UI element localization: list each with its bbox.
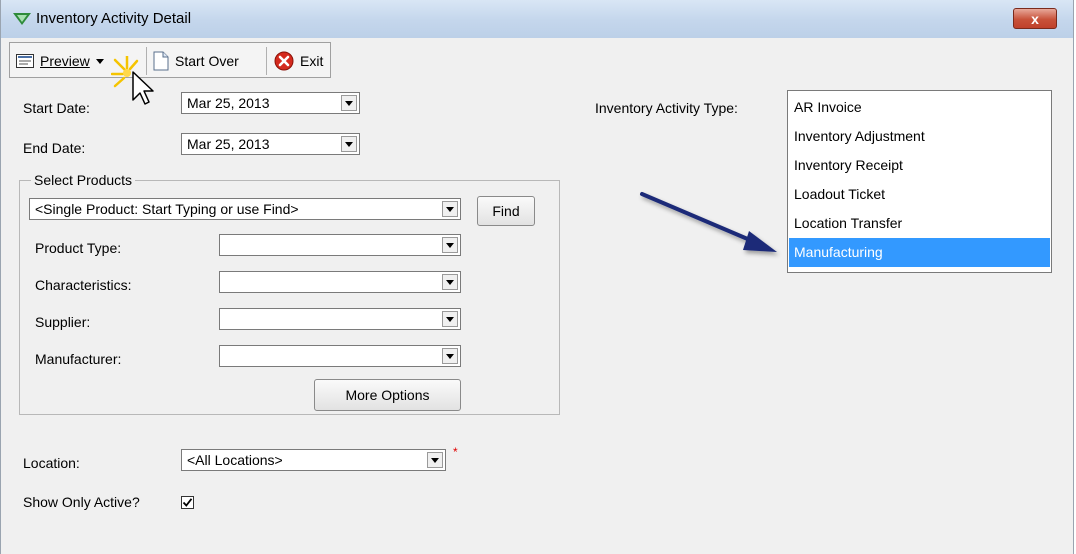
- list-item[interactable]: AR Invoice: [789, 93, 1050, 122]
- end-date-picker[interactable]: Mar 25, 2013: [181, 133, 360, 155]
- product-select-value: <Single Product: Start Typing or use Fin…: [35, 201, 299, 217]
- location-value: <All Locations>: [187, 452, 283, 468]
- list-item[interactable]: Inventory Receipt: [789, 151, 1050, 180]
- end-date-label: End Date:: [23, 140, 86, 156]
- chevron-down-icon[interactable]: [341, 136, 357, 152]
- toolbar-separator: [266, 47, 267, 75]
- supplier-select[interactable]: [219, 308, 461, 330]
- characteristics-select[interactable]: [219, 271, 461, 293]
- activity-type-label: Inventory Activity Type:: [595, 100, 738, 116]
- chevron-down-icon[interactable]: [341, 95, 357, 111]
- exit-label: Exit: [300, 53, 324, 69]
- chevron-down-icon[interactable]: [442, 274, 458, 290]
- start-date-picker[interactable]: Mar 25, 2013: [181, 92, 360, 114]
- supplier-label: Supplier:: [35, 314, 91, 330]
- chevron-down-icon[interactable]: [442, 201, 458, 217]
- manufacturer-label: Manufacturer:: [35, 351, 122, 367]
- chevron-down-icon[interactable]: [427, 452, 443, 468]
- required-marker: *: [453, 445, 458, 459]
- show-only-active-label: Show Only Active?: [23, 494, 140, 510]
- list-item[interactable]: Loadout Ticket: [789, 180, 1050, 209]
- inventory-activity-window: Inventory Activity Detail x Preview Star…: [0, 0, 1074, 554]
- product-type-select[interactable]: [219, 234, 461, 256]
- preview-label: Preview: [40, 53, 90, 69]
- select-products-title: Select Products: [31, 172, 136, 188]
- find-button[interactable]: Find: [477, 196, 535, 226]
- start-date-value: Mar 25, 2013: [187, 95, 270, 111]
- exit-icon: [274, 51, 294, 71]
- activity-type-listbox[interactable]: AR Invoice Inventory Adjustment Inventor…: [787, 90, 1052, 273]
- close-button[interactable]: x: [1013, 8, 1057, 29]
- list-item[interactable]: Location Transfer: [789, 209, 1050, 238]
- start-over-label: Start Over: [175, 53, 239, 69]
- show-only-active-checkbox[interactable]: [181, 496, 194, 509]
- title-bar: Inventory Activity Detail x: [1, 0, 1073, 39]
- more-options-button[interactable]: More Options: [314, 379, 461, 411]
- chevron-down-icon[interactable]: [95, 58, 104, 64]
- annotation-arrow-icon: [640, 192, 777, 252]
- preview-button[interactable]: Preview: [16, 49, 104, 73]
- chevron-down-icon[interactable]: [442, 311, 458, 327]
- mouse-cursor-icon: [111, 56, 154, 105]
- end-date-value: Mar 25, 2013: [187, 136, 270, 152]
- preview-icon: [16, 54, 34, 68]
- exit-button[interactable]: Exit: [274, 49, 323, 73]
- product-type-label: Product Type:: [35, 240, 122, 256]
- chevron-down-icon[interactable]: [442, 237, 458, 253]
- location-select[interactable]: <All Locations>: [181, 449, 446, 471]
- product-select[interactable]: <Single Product: Start Typing or use Fin…: [29, 198, 461, 220]
- list-item-selected[interactable]: Manufacturing: [789, 238, 1050, 267]
- checkmark-icon: [182, 498, 193, 507]
- manufacturer-select[interactable]: [219, 345, 461, 367]
- characteristics-label: Characteristics:: [35, 277, 132, 293]
- location-label: Location:: [23, 455, 80, 471]
- close-icon: x: [1031, 11, 1039, 27]
- window-title: Inventory Activity Detail: [36, 10, 192, 27]
- start-date-label: Start Date:: [23, 100, 90, 116]
- list-item[interactable]: Inventory Adjustment: [789, 122, 1050, 151]
- app-logo-icon: [13, 13, 31, 25]
- chevron-down-icon[interactable]: [442, 348, 458, 364]
